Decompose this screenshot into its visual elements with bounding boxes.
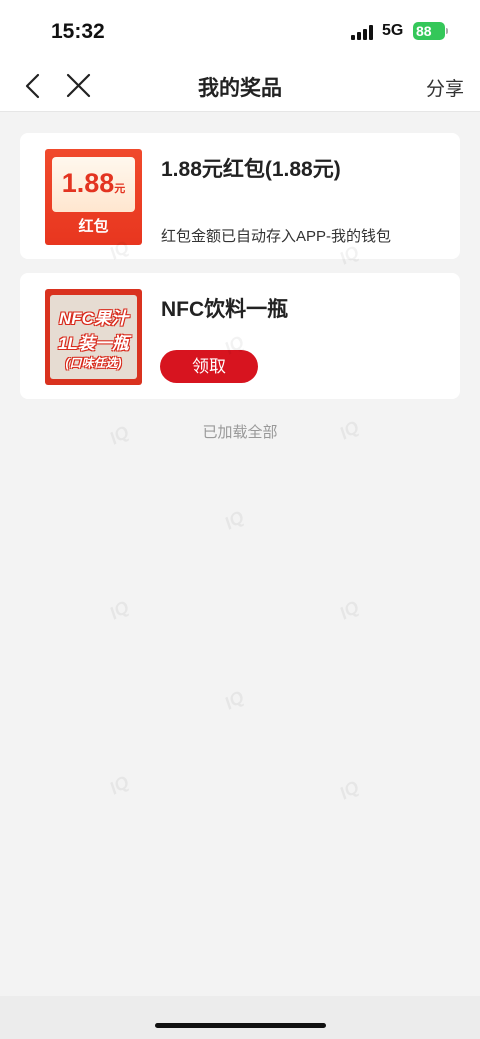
red-packet-image: 1.88元 红包 [45, 149, 142, 245]
watermark: IQ [336, 776, 363, 804]
battery-tip [446, 28, 448, 34]
red-packet-amount-value: 1.88 [61, 168, 115, 198]
nfc-juice-panel: NFC果汁 1L装一瓶 (口味任选) [50, 295, 137, 379]
prize-card-red-packet: 1.88元 红包 1.88元红包(1.88元) 红包金额已自动存入APP-我的钱… [20, 133, 460, 259]
home-indicator-area [0, 996, 480, 1039]
nfc-juice-image: NFC果汁 1L装一瓶 (口味任选) [45, 289, 142, 385]
nav-bar: 我的奖品 分享 [0, 60, 480, 112]
watermark: IQ [336, 596, 363, 624]
share-button[interactable]: 分享 [426, 74, 464, 101]
nfc-image-line-3: (口味任选) [65, 356, 122, 370]
nfc-image-line-2: 1L装一瓶 [58, 334, 129, 353]
battery-indicator: 88 [413, 22, 445, 40]
watermark: IQ [221, 506, 248, 534]
prize-description: 红包金额已自动存入APP-我的钱包 [161, 228, 392, 245]
signal-icon [351, 24, 375, 40]
home-indicator[interactable] [155, 1023, 326, 1028]
status-time: 15:32 [51, 20, 105, 43]
red-packet-amount-panel: 1.88元 [52, 157, 135, 212]
watermark: IQ [106, 771, 133, 799]
red-packet-amount: 1.88元 [52, 168, 135, 199]
status-bar: 15:32 5G 88 [0, 0, 480, 60]
network-type: 5G [382, 22, 404, 39]
watermark: IQ [106, 596, 133, 624]
red-packet-label: 红包 [78, 218, 109, 235]
nfc-image-line-1: NFC果汁 [59, 309, 128, 328]
watermark: IQ [221, 686, 248, 714]
red-packet-unit: 元 [114, 183, 126, 195]
prize-title: 1.88元红包(1.88元) [161, 158, 341, 181]
page-title: 我的奖品 [198, 77, 282, 100]
claim-button[interactable]: 领取 [160, 350, 258, 383]
battery-level: 88 [416, 23, 432, 39]
list-end-text: 已加载全部 [202, 424, 278, 441]
prize-title: NFC饮料一瓶 [161, 298, 289, 321]
